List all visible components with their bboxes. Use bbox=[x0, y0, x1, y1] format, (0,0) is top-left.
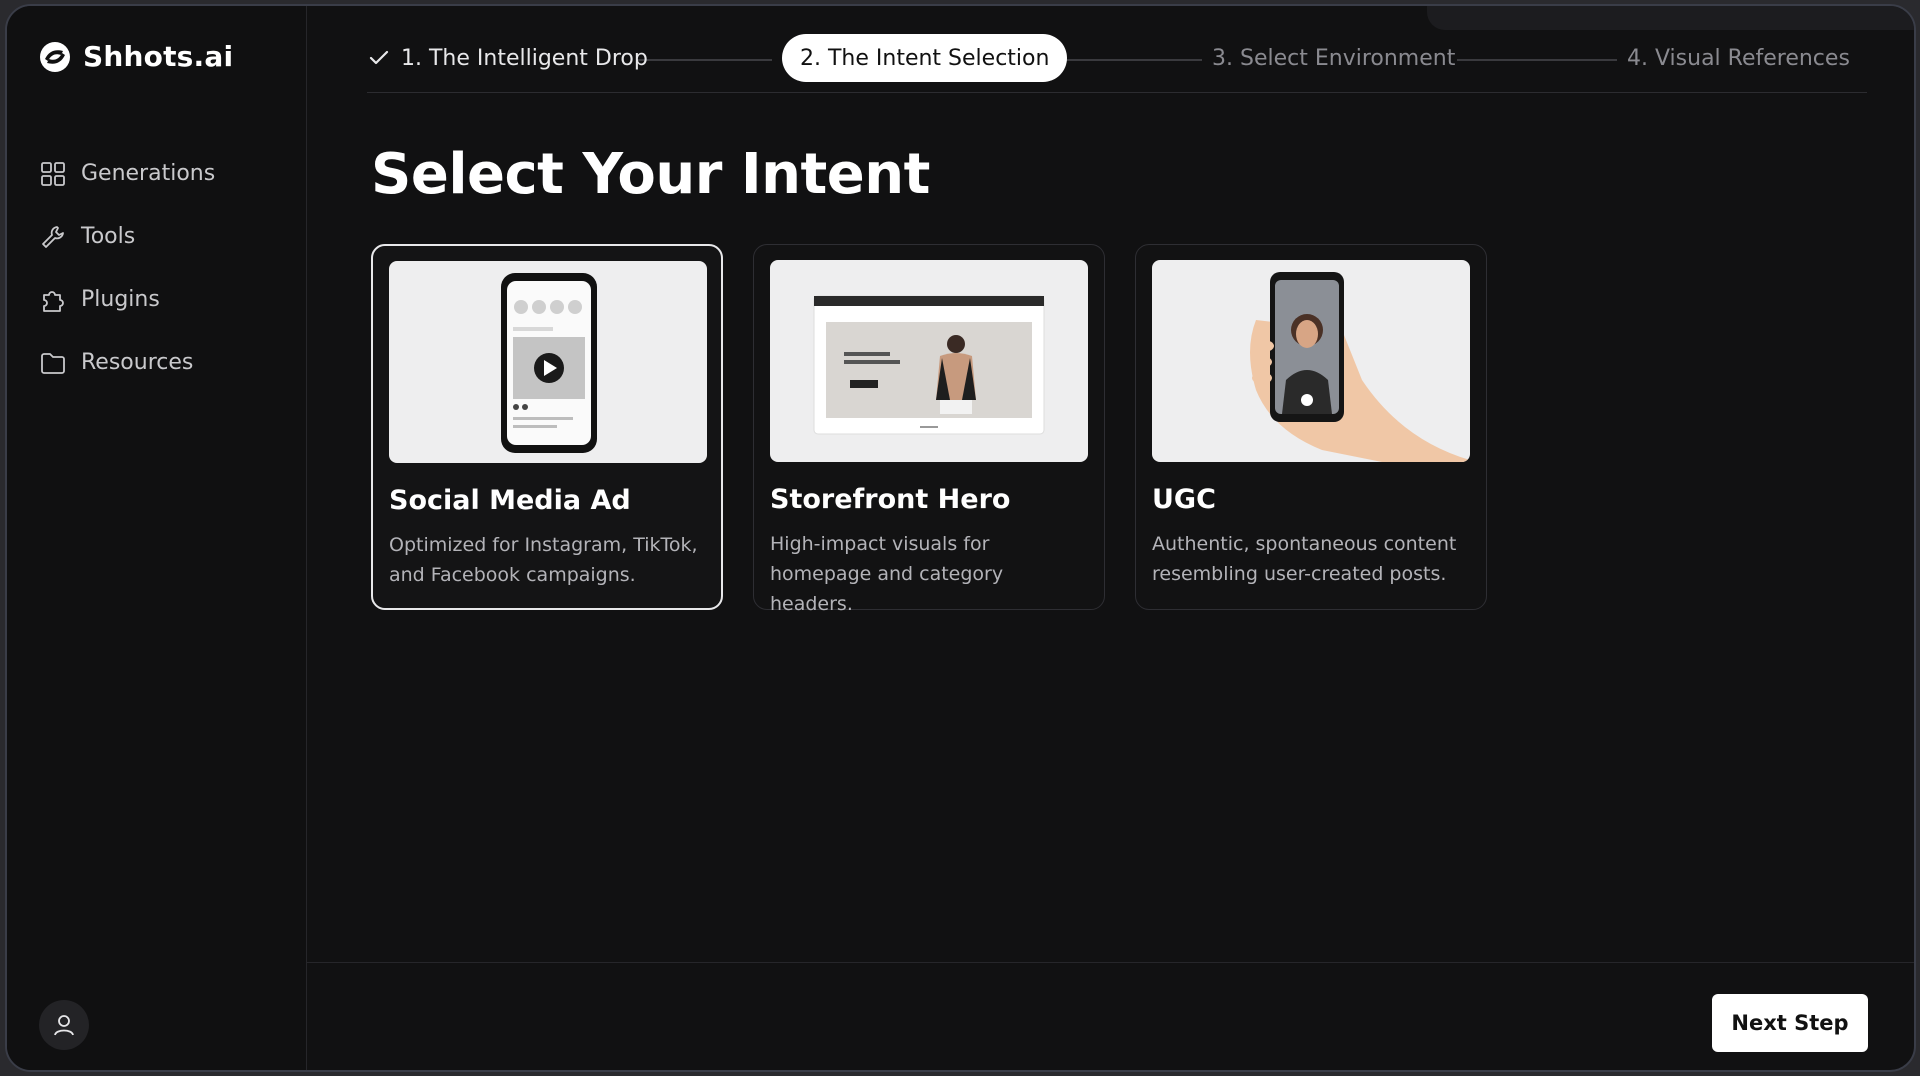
step-label: 1. The Intelligent Drop bbox=[401, 45, 648, 71]
sidebar-nav: Generations Tools Plugins Resources bbox=[39, 142, 215, 394]
storefront-illustration bbox=[813, 295, 1045, 435]
step-visual-references[interactable]: 4. Visual References bbox=[1627, 34, 1850, 82]
logo-icon bbox=[40, 41, 70, 72]
phone-illustration bbox=[501, 273, 597, 453]
avatar[interactable] bbox=[39, 1000, 89, 1050]
card-image bbox=[389, 261, 707, 463]
intent-cards: Social Media Ad Optimized for Instagram,… bbox=[371, 244, 1487, 615]
sidebar-item-generations[interactable]: Generations bbox=[39, 142, 215, 205]
puzzle-icon bbox=[43, 290, 64, 312]
sidebar-item-label: Generations bbox=[81, 161, 216, 186]
brand-name: Shhots.ai bbox=[83, 40, 234, 73]
stepper-divider bbox=[367, 92, 1867, 93]
grid-icon bbox=[41, 161, 65, 186]
sidebar-item-tools[interactable]: Tools bbox=[39, 205, 215, 268]
step-intent-selection[interactable]: 2. The Intent Selection bbox=[782, 34, 1068, 82]
sidebar-item-label: Resources bbox=[81, 350, 194, 375]
sidebar-item-resources[interactable]: Resources bbox=[39, 331, 215, 394]
footer-divider bbox=[307, 962, 1914, 963]
stepper-connector bbox=[1457, 59, 1617, 61]
card-title: Storefront Hero bbox=[770, 484, 1011, 515]
top-strip bbox=[1427, 6, 1914, 30]
intent-card-storefront-hero[interactable]: Storefront Hero High-impact visuals for … bbox=[753, 244, 1105, 615]
user-icon bbox=[54, 1015, 74, 1036]
stepper: 1. The Intelligent Drop 2. The Intent Se… bbox=[367, 34, 1867, 86]
card-image bbox=[770, 260, 1088, 462]
sidebar-item-plugins[interactable]: Plugins bbox=[39, 268, 215, 331]
sidebar: Shhots.ai Generations Tools Plugins Reso… bbox=[7, 6, 307, 1070]
card-image bbox=[1152, 260, 1470, 462]
wrench-icon bbox=[42, 225, 64, 248]
intent-card-ugc[interactable]: UGC Authentic, spontaneous content resem… bbox=[1135, 244, 1487, 610]
check-icon bbox=[369, 50, 389, 65]
brand[interactable]: Shhots.ai bbox=[39, 40, 233, 73]
card-description: Optimized for Instagram, TikTok, and Fac… bbox=[389, 534, 698, 586]
stepper-connector bbox=[1052, 59, 1202, 61]
next-step-button[interactable]: Next Step bbox=[1712, 994, 1868, 1052]
step-label: 3. Select Environment bbox=[1212, 45, 1456, 71]
sidebar-item-label: Tools bbox=[81, 224, 136, 249]
app-window: Shhots.ai Generations Tools Plugins Reso… bbox=[5, 4, 1916, 1072]
folder-icon bbox=[41, 352, 65, 374]
stepper-connector bbox=[637, 59, 772, 61]
card-description: High-impact visuals for homepage and cat… bbox=[770, 533, 1004, 615]
intent-card-social-media-ad[interactable]: Social Media Ad Optimized for Instagram,… bbox=[371, 244, 723, 610]
step-select-environment[interactable]: 3. Select Environment bbox=[1212, 34, 1455, 82]
step-label: 4. Visual References bbox=[1627, 45, 1850, 71]
step-label: 2. The Intent Selection bbox=[800, 45, 1050, 71]
sidebar-item-label: Plugins bbox=[81, 287, 160, 312]
card-title: UGC bbox=[1152, 484, 1216, 515]
card-description: Authentic, spontaneous content resemblin… bbox=[1152, 533, 1457, 585]
selfie-phone-illustration bbox=[1250, 272, 1470, 462]
card-title: Social Media Ad bbox=[389, 485, 631, 516]
page-title: Select Your Intent bbox=[371, 142, 930, 207]
step-intelligent-drop[interactable]: 1. The Intelligent Drop bbox=[367, 34, 648, 82]
